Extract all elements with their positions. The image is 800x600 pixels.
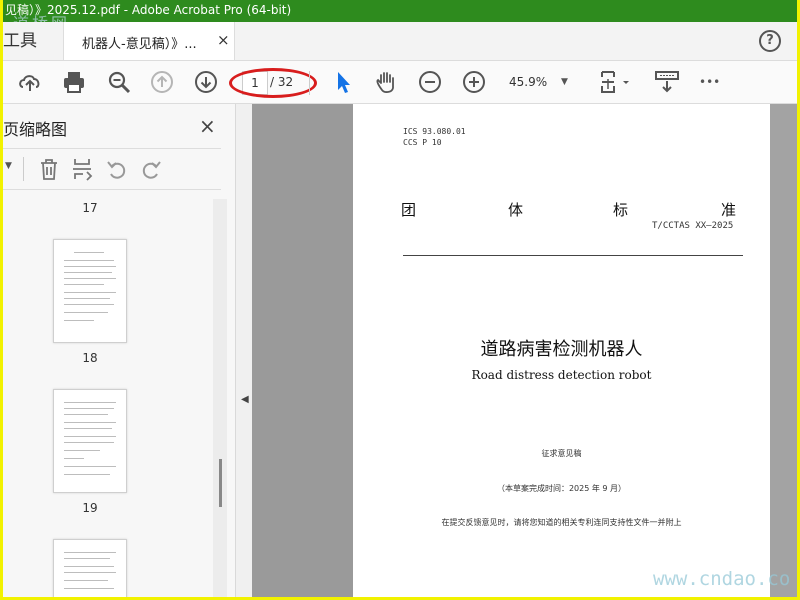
pane-title: 页缩略图	[3, 120, 68, 139]
thumbnail-page-19[interactable]	[53, 389, 127, 493]
extract-pages-icon[interactable]	[71, 157, 95, 181]
hand-tool-icon[interactable]	[373, 69, 399, 95]
trash-icon[interactable]	[37, 157, 61, 181]
standard-char: 标	[613, 201, 629, 219]
print-icon[interactable]	[61, 69, 87, 95]
title-bar: 见稿）》2025.12.pdf - Adobe Acrobat Pro (64-…	[3, 0, 797, 22]
help-icon[interactable]: ?	[759, 30, 781, 52]
divider	[23, 157, 24, 181]
options-dropdown-icon[interactable]: ▼	[5, 161, 12, 171]
main-toolbar: 1 / 32 45.9% ▼ •••	[3, 61, 797, 104]
chevron-down-icon: ▼	[561, 77, 568, 87]
thumbnail-page-18[interactable]	[53, 239, 127, 343]
draft-date: （本草案完成时间：2025 年 9 月）	[496, 484, 627, 493]
thumbnail-list: 17 18 19	[3, 194, 213, 597]
zoom-out-icon[interactable]	[417, 69, 443, 95]
site-watermark-bottom: www.cndao.co	[653, 568, 791, 590]
zoom-out-search-icon[interactable]	[106, 69, 132, 95]
tab-document-label: 机器人-意见稿）》...	[82, 37, 197, 52]
tab-tools[interactable]: 工具	[3, 22, 61, 60]
select-cursor-icon[interactable]	[331, 69, 357, 95]
more-options-icon[interactable]: •••	[699, 69, 729, 95]
ccs-code: CCS P 10	[403, 138, 442, 147]
zoom-value: 45.9%	[509, 75, 548, 89]
toolbar-divider	[309, 71, 310, 95]
thumbnail-scrollbar[interactable]	[213, 199, 227, 597]
header-rule	[403, 255, 743, 256]
standard-number: T/CCTAS XX—2025	[652, 221, 734, 231]
thumbnail-page-number: 17	[82, 201, 98, 215]
document-scrollbar[interactable]	[770, 104, 797, 597]
tab-close-icon[interactable]: ×	[217, 31, 230, 49]
previous-page-icon[interactable]	[149, 69, 175, 95]
standard-char: 准	[721, 201, 737, 219]
document-title-chinese: 道路病害检测机器人	[480, 339, 643, 360]
tab-document[interactable]: 机器人-意见稿）》... ×	[63, 22, 235, 60]
collapse-arrow-icon: ◀	[241, 394, 249, 405]
thumbnail-page-20[interactable]	[53, 539, 127, 597]
thumbnail-toolbar: ▼	[3, 148, 221, 190]
document-view: ICS 93.080.01 CCS P 10 团 体 标 准 T/CCTAS X…	[252, 104, 797, 597]
zoom-select[interactable]: 45.9% ▼	[509, 71, 573, 93]
tab-bar: 工具 机器人-意见稿）》... × ?	[3, 22, 797, 61]
next-page-icon[interactable]	[193, 69, 219, 95]
zoom-in-icon[interactable]	[461, 69, 487, 95]
thumbnail-page-number: 19	[82, 501, 98, 515]
feedback-note: 在提交反馈意见时，请将您知道的相关专利连同支持性文件一并附上	[441, 518, 682, 527]
draft-label: 征求意见稿	[541, 449, 582, 458]
pane-collapse-handle[interactable]: ◀	[236, 104, 252, 597]
acrobat-window: 见稿）》2025.12.pdf - Adobe Acrobat Pro (64-…	[3, 0, 797, 597]
ics-code: ICS 93.080.01	[403, 127, 466, 136]
document-title-english: Road distress detection robot	[471, 368, 652, 382]
standard-char: 体	[508, 201, 524, 219]
upload-cloud-icon[interactable]	[17, 69, 43, 95]
rotate-right-icon[interactable]	[139, 157, 163, 181]
rotate-left-icon[interactable]	[105, 157, 129, 181]
read-mode-icon[interactable]	[653, 69, 681, 95]
pane-close-icon[interactable]: ×	[199, 114, 216, 138]
highlight-ellipse	[229, 68, 317, 98]
thumbnail-page-number: 18	[82, 351, 98, 365]
thumbnail-pane: 页缩略图 × ▼ 17 18 19	[3, 104, 236, 597]
thumbnail-scrollbar-thumb[interactable]	[219, 459, 222, 507]
standard-char: 团	[401, 201, 417, 219]
pdf-page: ICS 93.080.01 CCS P 10 团 体 标 准 T/CCTAS X…	[353, 104, 770, 597]
page-display-icon[interactable]	[599, 69, 633, 95]
